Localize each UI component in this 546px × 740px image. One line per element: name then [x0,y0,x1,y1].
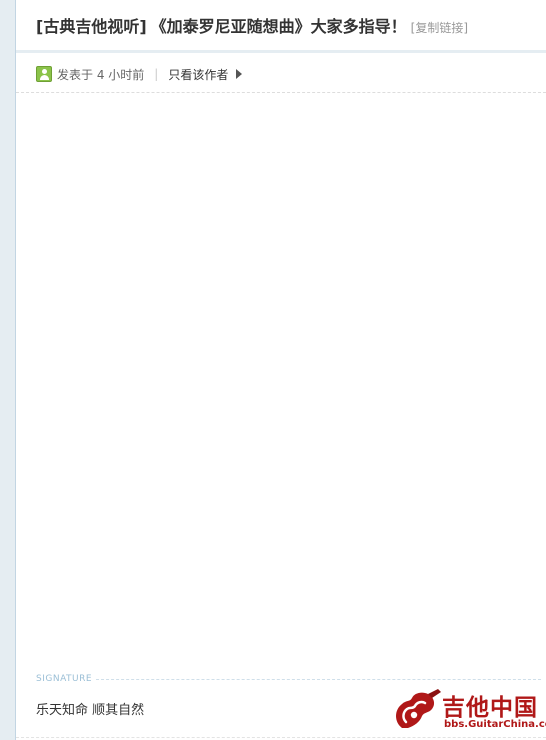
thread-title-row: [古典吉他视听] 《加泰罗尼亚随想曲》大家多指导！ [复制链接] [36,13,546,41]
post-bottom-divider [16,737,546,738]
watermark-url: bbs.GuitarChina.com [444,719,546,730]
author-only-link[interactable]: 只看该作者 [168,66,228,83]
guitarchina-watermark: 吉他中国 bbs.GuitarChina.com [392,688,546,732]
signature-label: SIGNATURE [36,674,93,684]
signature-header: SIGNATURE [36,673,541,685]
title-divider [16,50,546,53]
signature-text: 乐天知命 顺其自然 [36,703,145,718]
thread-category-link[interactable]: [古典吉他视听] [36,17,147,36]
post-time: 发表于 4 小时前 [57,67,145,82]
meta-separator: | [154,67,159,81]
copy-link-button[interactable]: [复制链接] [411,21,468,35]
user-online-icon [36,66,52,82]
signature-divider [96,678,541,680]
left-rail [0,0,16,740]
meta-divider [16,92,546,93]
post-container: [古典吉他视听] 《加泰罗尼亚随想曲》大家多指导！ [复制链接] 发表于 4 小时前… [16,0,546,740]
arrow-right-icon[interactable] [236,69,243,79]
post-content [36,100,536,660]
guitar-logo-icon [396,689,441,728]
watermark-name: 吉他中国 [442,695,538,721]
post-meta: 发表于 4 小时前 | 只看该作者 [36,64,243,84]
thread-title: 《加泰罗尼亚随想曲》大家多指导！ [150,17,407,36]
